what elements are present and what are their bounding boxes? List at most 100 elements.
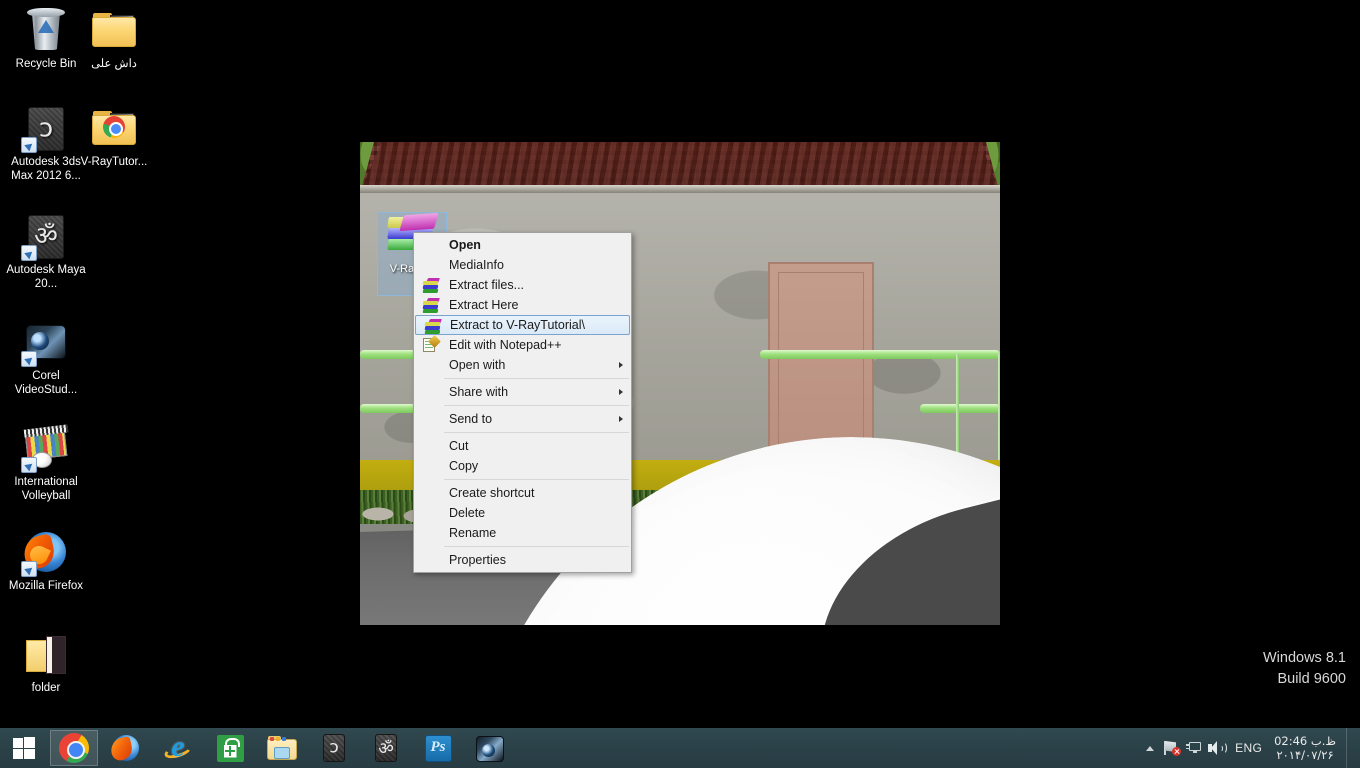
context-menu-item-send-to[interactable]: Send to — [414, 409, 631, 429]
context-menu-item-copy[interactable]: Copy — [414, 456, 631, 476]
internet-explorer-icon: e — [162, 731, 194, 763]
context-menu-item-rename[interactable]: Rename — [414, 523, 631, 543]
menu-item-label: Open — [449, 238, 481, 252]
folder-icon — [90, 104, 138, 152]
desktop-icon-folder[interactable]: folder — [2, 630, 90, 696]
shortcut-arrow-icon — [21, 457, 37, 473]
desktop-icon-label: Corel VideoStud... — [14, 370, 78, 396]
context-menu-item-cut[interactable]: Cut — [414, 436, 631, 456]
menu-item-label: MediaInfo — [449, 258, 504, 272]
system-tray: ENG 02:46 ظ.ب ۲۰۱۴/۰۷/۲۶ — [1139, 728, 1360, 768]
menu-separator — [444, 479, 629, 480]
clock-time: 02:46 ظ.ب — [1274, 734, 1336, 748]
tray-volume-icon[interactable] — [1205, 728, 1227, 768]
tray-display-icon[interactable] — [1183, 728, 1205, 768]
context-menu-item-open-with[interactable]: Open with — [414, 355, 631, 375]
desktop-icon-label: International Volleyball — [14, 476, 78, 502]
wallpaper-railing-post-2 — [956, 354, 959, 464]
taskbar-item-firefox[interactable] — [102, 730, 150, 766]
menu-separator — [444, 546, 629, 547]
menu-item-label: Extract Here — [449, 298, 519, 312]
folder-open-icon — [22, 630, 70, 678]
language-indicator[interactable]: ENG — [1227, 741, 1270, 755]
autodesk-3ds-max-icon: ɔ — [323, 734, 345, 762]
context-menu-item-delete[interactable]: Delete — [414, 503, 631, 523]
firefox-icon — [108, 733, 141, 763]
shortcut-arrow-icon — [21, 137, 37, 153]
menu-item-label: Share with — [449, 385, 509, 399]
autodesk-3ds-max-icon: ɔ — [21, 104, 70, 153]
notepadpp-icon — [423, 335, 441, 353]
context-menu-item-mediainfo[interactable]: MediaInfo — [414, 255, 631, 275]
folder-icon — [90, 6, 138, 54]
wallpaper-railing-mid-right — [920, 404, 1000, 413]
photoshop-icon: Ps — [424, 734, 452, 762]
chrome-icon — [59, 733, 89, 763]
taskbar-item-3ds-max[interactable]: ɔ — [310, 730, 358, 766]
desktop-icon-label: V-RayTutor... — [80, 156, 148, 168]
start-button[interactable] — [0, 728, 48, 768]
taskbar: e ɔ ॐ Ps ENG 02:46 ظ.ب ۲۰۱۴/۰۷/۲۶ — [0, 728, 1360, 768]
wallpaper-eave — [360, 185, 1000, 193]
taskbar-item-internet-explorer[interactable]: e — [154, 730, 202, 766]
autodesk-maya-icon: ॐ — [375, 734, 397, 762]
taskbar-item-maya[interactable]: ॐ — [362, 730, 410, 766]
desktop-icon-mozilla-firefox[interactable]: Mozilla Firefox — [2, 528, 90, 594]
watermark-line-1: Windows 8.1 — [1262, 650, 1346, 666]
desktop-icon-folder-vray-tutor[interactable]: V-RayTutor... — [70, 104, 158, 170]
menu-item-label: Rename — [449, 526, 497, 540]
winrar-icon — [422, 298, 441, 313]
context-menu-item-edit-with-notepadpp[interactable]: Edit with Notepad++ — [414, 335, 631, 355]
context-menu-item-open[interactable]: Open — [414, 235, 631, 255]
show-desktop-button[interactable] — [1346, 728, 1354, 768]
context-menu-item-create-shortcut[interactable]: Create shortcut — [414, 483, 631, 503]
taskbar-item-chrome[interactable] — [50, 730, 98, 766]
desktop-icon-international-volleyball[interactable]: International Volleyball — [2, 424, 90, 503]
context-menu-item-extract-files[interactable]: Extract files... — [414, 275, 631, 295]
shortcut-arrow-icon — [21, 351, 37, 367]
menu-separator — [444, 405, 629, 406]
desktop-icon-autodesk-maya[interactable]: ॐ Autodesk Maya 20... — [2, 212, 90, 291]
winrar-icon — [424, 319, 443, 334]
desktop-icon-label: Mozilla Firefox — [8, 580, 84, 592]
context-menu-item-extract-here[interactable]: Extract Here — [414, 295, 631, 315]
corel-videostudio-icon — [21, 318, 70, 367]
context-menu-item-properties[interactable]: Properties — [414, 550, 631, 570]
tray-network-icon[interactable] — [1161, 728, 1183, 768]
autodesk-maya-icon: ॐ — [21, 212, 70, 261]
taskbar-item-corel[interactable] — [466, 730, 514, 766]
desktop-icon-folder-dash-ali[interactable]: داش علی — [70, 6, 158, 72]
menu-separator — [444, 432, 629, 433]
menu-item-label: Copy — [449, 459, 479, 473]
menu-separator — [444, 378, 629, 379]
context-menu[interactable]: Open MediaInfo Extract files... Extract … — [413, 232, 632, 573]
windows-activation-watermark: Windows 8.1 Build 9600 — [1263, 648, 1346, 690]
taskbar-item-store[interactable] — [206, 730, 254, 766]
chevron-right-icon — [619, 416, 623, 422]
context-menu-item-share-with[interactable]: Share with — [414, 382, 631, 402]
show-hidden-icons-button[interactable] — [1139, 728, 1161, 768]
international-volleyball-icon — [21, 424, 70, 473]
windows-logo-icon — [13, 737, 35, 759]
menu-item-label: Create shortcut — [449, 486, 535, 500]
clock[interactable]: 02:46 ظ.ب ۲۰۱۴/۰۷/۲۶ — [1270, 734, 1346, 762]
wallpaper-railing-post-3 — [998, 354, 1000, 464]
chevron-right-icon — [619, 362, 623, 368]
menu-item-label: Extract to V-RayTutorial\ — [450, 318, 585, 332]
chevron-right-icon — [619, 389, 623, 395]
context-menu-item-extract-to-folder[interactable]: Extract to V-RayTutorial\ — [415, 315, 630, 335]
desktop-screen: Recycle Bin داش علی ɔ Autodesk 3ds Max 2… — [0, 0, 1360, 768]
menu-item-label: Cut — [449, 439, 469, 453]
winrar-icon — [422, 278, 441, 293]
desktop-icon-label: Autodesk Maya 20... — [6, 264, 86, 290]
menu-item-label: Open with — [449, 358, 506, 372]
menu-item-label: Extract files... — [449, 278, 525, 292]
taskbar-item-photoshop[interactable]: Ps — [414, 730, 462, 766]
taskbar-item-file-explorer[interactable] — [258, 730, 306, 766]
desktop-icon-corel-videostudio[interactable]: Corel VideoStud... — [2, 318, 90, 397]
corel-videostudio-icon — [476, 736, 504, 762]
menu-item-label: Edit with Notepad++ — [449, 338, 562, 352]
clock-date: ۲۰۱۴/۰۷/۲۶ — [1276, 748, 1334, 762]
shortcut-arrow-icon — [21, 561, 37, 577]
menu-item-label: Properties — [449, 553, 506, 567]
